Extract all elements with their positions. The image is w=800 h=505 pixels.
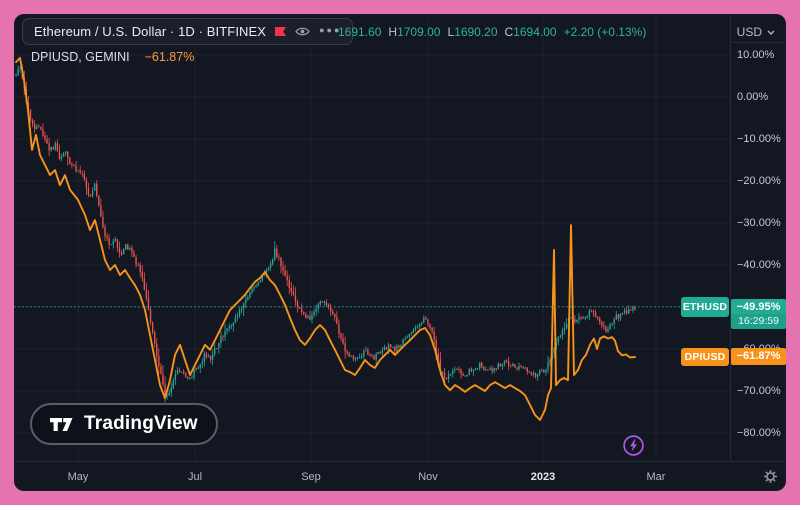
ethusd-countdown: 16:29:59 bbox=[731, 314, 786, 329]
price-scale-label: −70.00% bbox=[737, 385, 781, 397]
price-scale-label: −20.00% bbox=[737, 175, 781, 187]
time-scale-label: Nov bbox=[418, 471, 438, 483]
dpiusd-series-label-text: DPIUSD bbox=[685, 351, 726, 363]
ohlc-low: 1690.20 bbox=[454, 25, 497, 39]
currency-selector[interactable]: USD bbox=[737, 22, 775, 42]
compare-legend[interactable]: DPIUSD, GEMINI −61.87% bbox=[31, 50, 194, 64]
time-scale-label: Sep bbox=[301, 471, 321, 483]
price-scale-label: −40.00% bbox=[737, 259, 781, 271]
time-scale-label: May bbox=[68, 471, 89, 483]
time-scale[interactable]: May Jul Sep Nov 2023 Mar bbox=[14, 462, 786, 491]
price-scale-label: 10.00% bbox=[737, 49, 774, 61]
chart-panel: Ethereum / U.S. Dollar · 1D · BITFINEX ●… bbox=[14, 14, 786, 491]
price-scale-label: −30.00% bbox=[737, 217, 781, 229]
symbol-title: Ethereum / U.S. Dollar · 1D · BITFINEX bbox=[34, 24, 266, 39]
lightning-icon bbox=[622, 434, 645, 457]
ohlc-values: 1691.60 H1709.00 L1690.20 C1694.00 +2.20… bbox=[338, 25, 646, 39]
grid-lines bbox=[14, 14, 730, 461]
price-scale-label: −10.00% bbox=[737, 133, 781, 145]
time-scale-label: Mar bbox=[647, 471, 666, 483]
ethusd-series-label[interactable]: ETHUSD bbox=[681, 297, 729, 317]
ohlc-close-label: C bbox=[505, 25, 514, 39]
time-scale-label: Jul bbox=[188, 471, 202, 483]
tradingview-logo[interactable]: TradingView bbox=[30, 403, 218, 445]
price-scale-label: −80.00% bbox=[737, 427, 781, 439]
time-scale-label: 2023 bbox=[531, 471, 555, 483]
ethusd-price-badge: −49.95% 16:29:59 bbox=[731, 299, 786, 329]
scale-settings-gear-icon[interactable] bbox=[755, 462, 785, 491]
ethusd-price-value: −49.95% bbox=[731, 299, 786, 314]
flag-icon[interactable] bbox=[275, 27, 286, 36]
price-scale[interactable]: 10.00% 0.00% −10.00% −20.00% −30.00% −40.00% −… bbox=[731, 14, 786, 461]
dpiusd-series-label[interactable]: DPIUSD bbox=[681, 348, 729, 366]
currency-label: USD bbox=[737, 25, 762, 39]
ohlc-close: 1694.00 bbox=[513, 25, 556, 39]
symbol-pill[interactable]: Ethereum / U.S. Dollar · 1D · BITFINEX ●… bbox=[22, 18, 353, 45]
gear-icon bbox=[763, 469, 778, 484]
compare-symbol[interactable]: DPIUSD, GEMINI bbox=[31, 50, 130, 64]
dpiusd-price-badge: −61.87% bbox=[731, 348, 786, 365]
eye-icon[interactable] bbox=[295, 26, 310, 37]
ohlc-high: 1709.00 bbox=[397, 25, 440, 39]
price-scale-label: 0.00% bbox=[737, 91, 768, 103]
tradingview-glyph-icon bbox=[50, 417, 75, 432]
tradingview-logo-text: TradingView bbox=[84, 413, 198, 435]
ethusd-series-label-text: ETHUSD bbox=[683, 301, 727, 313]
ohlc-change: +2.20 (+0.13%) bbox=[564, 25, 647, 39]
ohlc-high-label: H bbox=[388, 25, 397, 39]
ohlc-open: 1691.60 bbox=[338, 25, 381, 39]
chevron-down-icon bbox=[767, 30, 775, 35]
lightning-mode-button[interactable] bbox=[622, 434, 645, 457]
compare-change: −61.87% bbox=[145, 50, 195, 64]
